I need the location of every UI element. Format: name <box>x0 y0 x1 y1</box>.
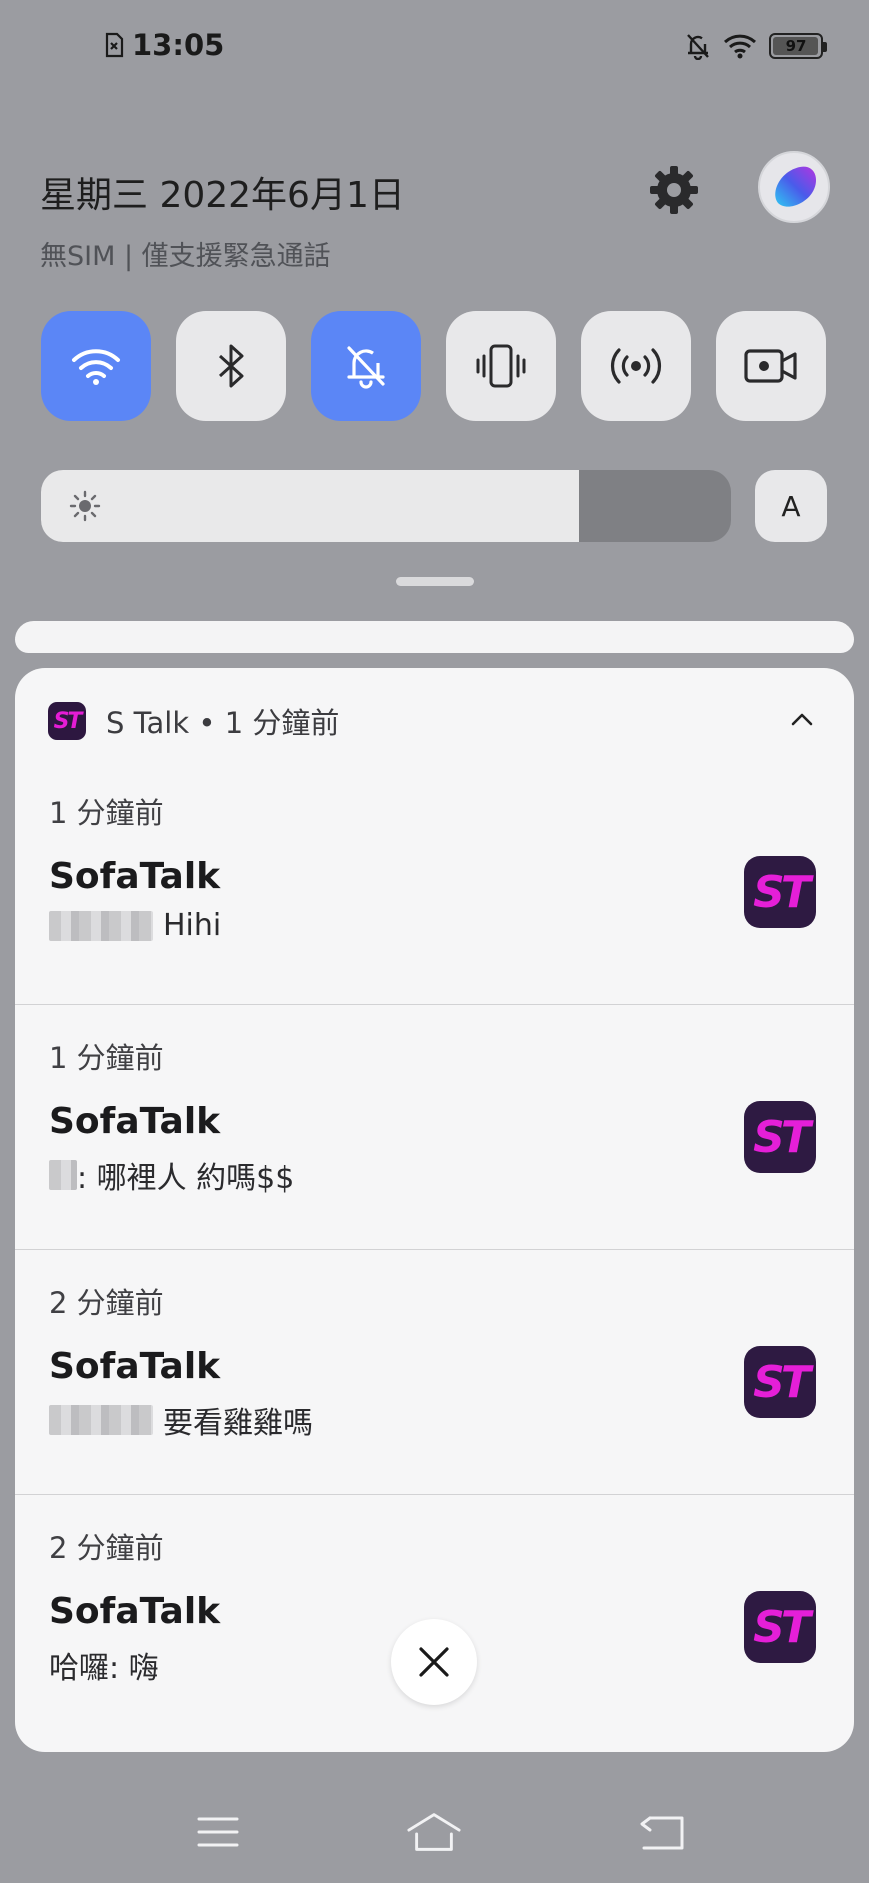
sofatalk-icon: ST <box>744 856 816 928</box>
sofatalk-icon: ST <box>744 1346 816 1418</box>
notification-message: Hihi <box>49 908 221 943</box>
status-left: 13:05 <box>104 28 224 62</box>
gear-icon[interactable] <box>646 162 702 218</box>
s-talk-app-icon: ST <box>48 702 86 740</box>
vibrate-icon <box>476 344 526 388</box>
brightness-slider[interactable] <box>41 470 731 542</box>
hotspot-icon <box>611 348 661 384</box>
bluetooth-icon <box>218 344 244 388</box>
app-name: S Talk <box>106 706 190 740</box>
notification-item[interactable]: 1 分鐘前 SofaTalk Hihi ST <box>15 760 854 1005</box>
redacted-sender <box>49 1160 77 1190</box>
notification-title: SofaTalk <box>49 1591 221 1632</box>
notification-message: 哈囉: 嗨 <box>49 1643 159 1687</box>
wifi-icon <box>72 349 120 385</box>
group-time: 1 分鐘前 <box>224 706 340 740</box>
quick-settings-tiles <box>41 311 826 421</box>
screen-record-icon <box>744 349 797 383</box>
notification-group-header[interactable]: ST S Talk • 1 分鐘前 <box>48 700 339 742</box>
message-text: 哈囉: 嗨 <box>49 1651 159 1686</box>
sofatalk-icon: ST <box>744 1591 816 1663</box>
status-right: 97 <box>685 32 827 60</box>
tile-screen-record[interactable] <box>716 311 826 421</box>
notification-group[interactable]: ST S Talk • 1 分鐘前 1 分鐘前 SofaTalk Hihi ST… <box>15 668 854 1752</box>
sun-icon <box>69 490 101 522</box>
clear-all-button[interactable] <box>391 1619 477 1705</box>
navigation-bar <box>0 1782 869 1883</box>
notification-time: 2 分鐘前 <box>49 1286 164 1320</box>
sim-status: 無SIM | 僅支援緊急通話 <box>40 241 331 272</box>
notification-item[interactable]: 1 分鐘前 SofaTalk : 哪裡人 約嗎$$ ST <box>15 1005 854 1250</box>
avatar-graphic <box>775 166 816 207</box>
app-title: S Talk • 1 分鐘前 <box>106 700 339 742</box>
redacted-sender <box>49 910 153 941</box>
notification-title: SofaTalk <box>49 1101 221 1142</box>
tile-hotspot[interactable] <box>581 311 691 421</box>
tile-bluetooth[interactable] <box>176 311 286 421</box>
notification-time: 1 分鐘前 <box>49 796 164 830</box>
notification-message: : 哪裡人 約嗎$$ <box>49 1153 294 1197</box>
notification-title: SofaTalk <box>49 856 221 897</box>
menu-button[interactable] <box>190 1804 246 1860</box>
chevron-up-icon[interactable] <box>788 708 816 732</box>
bell-off-icon <box>347 346 385 389</box>
back-icon <box>640 1816 684 1850</box>
notification-time: 2 分鐘前 <box>49 1531 164 1565</box>
notification-title: SofaTalk <box>49 1346 221 1387</box>
auto-brightness-button[interactable]: A <box>755 470 827 542</box>
drag-handle[interactable] <box>396 577 474 586</box>
separator-dot: • <box>198 706 216 740</box>
battery-indicator: 97 <box>769 33 827 59</box>
notification-time: 1 分鐘前 <box>49 1041 164 1075</box>
tile-vibrate[interactable] <box>446 311 556 421</box>
tile-mute[interactable] <box>311 311 421 421</box>
menu-icon <box>197 1817 239 1847</box>
date-label: 星期三 2022年6月1日 <box>40 175 405 216</box>
account-avatar-icon[interactable] <box>758 151 830 223</box>
stacked-notification-edge[interactable] <box>15 621 854 653</box>
close-icon <box>419 1647 449 1677</box>
notification-item[interactable]: 2 分鐘前 SofaTalk 要看雞雞嗎 ST <box>15 1250 854 1495</box>
home-button[interactable] <box>406 1804 462 1860</box>
no-sim-icon <box>105 32 124 58</box>
brightness-fill <box>41 470 580 542</box>
message-text: Hihi <box>163 908 222 943</box>
bell-off-icon <box>687 34 709 60</box>
sofatalk-icon: ST <box>744 1101 816 1173</box>
battery-level: 97 <box>785 37 807 55</box>
clock: 13:05 <box>132 28 225 62</box>
message-text: : 哪裡人 約嗎$$ <box>77 1161 295 1196</box>
wifi-icon <box>723 34 757 59</box>
notification-message: 要看雞雞嗎 <box>49 1398 313 1442</box>
back-button[interactable] <box>634 1804 690 1860</box>
tile-wifi[interactable] <box>41 311 151 421</box>
status-bar: 13:05 97 <box>0 0 869 96</box>
redacted-sender <box>49 1405 153 1435</box>
home-icon <box>407 1813 461 1851</box>
message-text: 要看雞雞嗎 <box>163 1406 313 1441</box>
